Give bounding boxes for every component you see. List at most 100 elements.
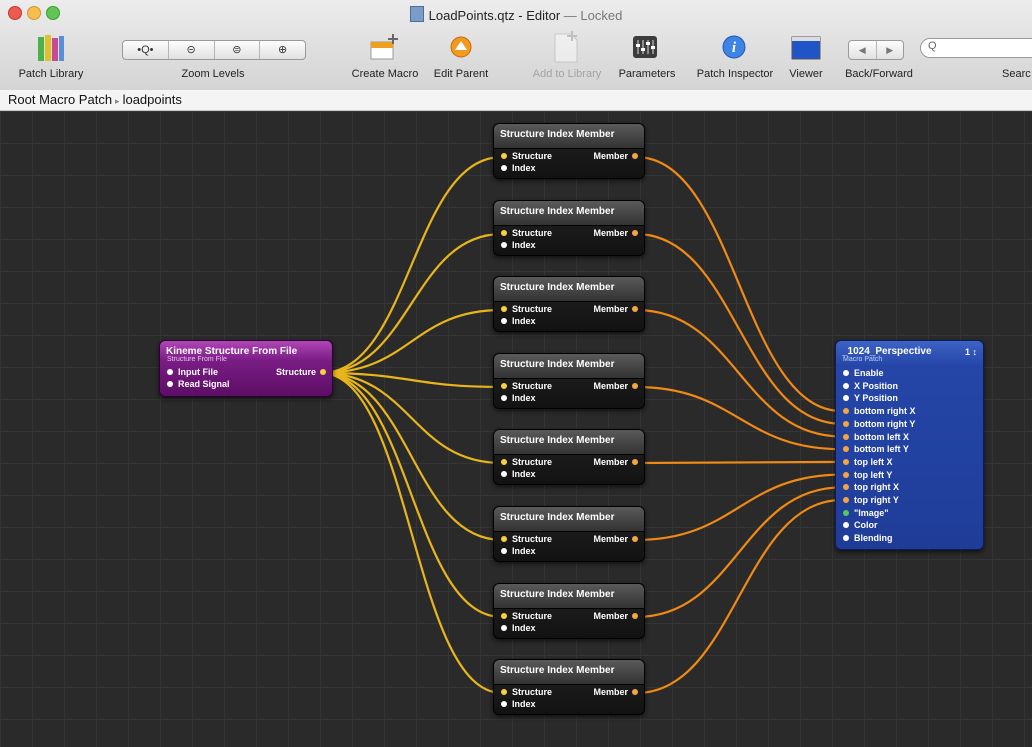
structure-index-member-patch[interactable]: Structure Index Member Structure Index Memb… [493, 583, 645, 639]
wire-member[interactable] [635, 385, 843, 451]
input-port-index[interactable]: Index [501, 623, 536, 633]
viewer-button[interactable]: Viewer [786, 68, 826, 80]
input-port-index[interactable]: Index [501, 240, 536, 250]
input-port-structure[interactable]: Structure [501, 304, 552, 314]
wire-structure[interactable] [320, 308, 503, 375]
output-port-member[interactable]: Member [593, 687, 638, 697]
input-port-index[interactable]: Index [501, 469, 536, 479]
port-label: Index [512, 240, 536, 250]
patch-canvas[interactable]: Kineme Structure From File Structure Fro… [0, 111, 1032, 747]
info-icon[interactable]: i [722, 35, 746, 59]
structure-index-member-patch[interactable]: Structure Index Member Structure Index Memb… [493, 200, 645, 256]
output-port-member[interactable]: Member [593, 228, 638, 238]
port-label: Index [512, 699, 536, 709]
patch-title: Structure Index Member [494, 124, 644, 149]
wire-structure[interactable] [320, 371, 503, 542]
patch-inspector-button[interactable]: Patch Inspector [689, 68, 781, 80]
input-port-structure[interactable]: Structure [501, 228, 552, 238]
input-port-y-position[interactable]: Y Position [843, 393, 898, 403]
perspective-macro-patch[interactable]: _1024_Perspective Macro Patch 1 ↕ Enable… [835, 340, 984, 550]
wire-member[interactable] [635, 460, 843, 465]
input-port-index[interactable]: Index [501, 699, 536, 709]
up-arrow-icon[interactable] [450, 36, 472, 58]
breadcrumb-current[interactable]: loadpoints [123, 92, 182, 107]
input-port-index[interactable]: Index [501, 393, 536, 403]
input-port-structure[interactable]: Structure [501, 534, 552, 544]
port-label: Member [593, 611, 628, 621]
output-port-member[interactable]: Member [593, 534, 638, 544]
back-arrow-icon[interactable]: ◀ [849, 41, 877, 59]
port-label: Member [593, 457, 628, 467]
port-label: Member [593, 304, 628, 314]
port-label: Structure [512, 534, 553, 544]
structure-index-member-patch[interactable]: Structure Index Member Structure Index Memb… [493, 353, 645, 409]
input-port-top-left-y[interactable]: top left Y [843, 470, 892, 480]
output-port-member[interactable]: Member [593, 381, 638, 391]
create-macro-button[interactable]: Create Macro [343, 68, 427, 80]
patch-library-button[interactable]: Patch Library [7, 68, 95, 80]
structure-index-member-patch[interactable]: Structure Index Member Structure Index Memb… [493, 659, 645, 715]
search-label: Searc [1002, 68, 1031, 80]
zoom-segmented-control[interactable]: •Q• ⊝ ⊜ ⊕ [122, 40, 306, 60]
input-port-structure[interactable]: Structure [501, 381, 552, 391]
edit-parent-button[interactable]: Edit Parent [429, 68, 493, 80]
zoom-out-button[interactable]: ⊝ [169, 41, 215, 59]
input-port-index[interactable]: Index [501, 546, 536, 556]
zoom-actual-button[interactable]: ⊜ [215, 41, 261, 59]
parameters-button[interactable]: Parameters [614, 68, 680, 80]
port-label: Structure [512, 611, 553, 621]
input-port-top-left-x[interactable]: top left X [843, 457, 893, 467]
input-port-color[interactable]: Color [843, 520, 878, 530]
input-port-index[interactable]: Index [501, 163, 536, 173]
structure-index-member-patch[interactable]: Structure Index Member Structure Index Memb… [493, 276, 645, 332]
window-toolbar: LoadPoints.qtz - Editor — Locked Patch L… [0, 0, 1032, 91]
patch-title: Structure Index Member [494, 277, 644, 302]
wire-member[interactable] [635, 232, 843, 425]
input-port-top-right-y[interactable]: top right Y [843, 495, 899, 505]
input-port-blending[interactable]: Blending [843, 533, 893, 543]
input-port-read-signal[interactable]: Read Signal [167, 379, 230, 389]
input-port-x-position[interactable]: X Position [843, 381, 898, 391]
structure-index-member-patch[interactable]: Structure Index Member Structure Index Memb… [493, 123, 645, 179]
input-port-structure[interactable]: Structure [501, 611, 552, 621]
search-field[interactable]: Q [920, 38, 1032, 58]
port-label: Index [512, 163, 536, 173]
input-port-image[interactable]: "Image" [843, 508, 889, 518]
sliders-icon[interactable] [633, 36, 657, 58]
input-port-structure[interactable]: Structure [501, 687, 552, 697]
zoom-in-button[interactable]: ⊕ [260, 41, 305, 59]
zoom-fit-button[interactable]: •Q• [123, 41, 169, 59]
input-port-bottom-left-y[interactable]: bottom left Y [843, 444, 909, 454]
port-label: Index [512, 469, 536, 479]
wire-structure[interactable] [320, 232, 503, 375]
kineme-structure-from-file-patch[interactable]: Kineme Structure From File Structure Fro… [159, 340, 333, 397]
input-port-index[interactable]: Index [501, 316, 536, 326]
viewer-window-icon[interactable] [791, 36, 821, 60]
breadcrumb-root[interactable]: Root Macro Patch [8, 92, 112, 107]
input-port-enable[interactable]: Enable [843, 368, 884, 378]
output-port-member[interactable]: Member [593, 151, 638, 161]
input-port-structure[interactable]: Structure [501, 457, 552, 467]
books-icon[interactable] [36, 34, 66, 62]
port-label: Member [593, 687, 628, 697]
wire-member[interactable] [635, 498, 843, 695]
output-port-member[interactable]: Member [593, 304, 638, 314]
input-port-top-right-x[interactable]: top right X [843, 482, 899, 492]
back-forward-control[interactable]: ◀ ▶ [848, 40, 904, 60]
output-port-member[interactable]: Member [593, 611, 638, 621]
input-port-bottom-left-x[interactable]: bottom left X [843, 432, 909, 442]
input-port-structure[interactable]: Structure [501, 151, 552, 161]
input-port-bottom-right-x[interactable]: bottom right X [843, 406, 916, 416]
input-port-bottom-right-y[interactable]: bottom right Y [843, 419, 915, 429]
structure-index-member-patch[interactable]: Structure Index Member Structure Index Memb… [493, 429, 645, 485]
wire-structure[interactable] [320, 371, 503, 619]
patch-title: Structure Index Member [494, 660, 644, 685]
input-port-input-file[interactable]: Input File [167, 367, 218, 377]
instance-count-stepper[interactable]: 1 ↕ [965, 347, 977, 357]
structure-index-member-patch[interactable]: Structure Index Member Structure Index Memb… [493, 506, 645, 562]
magnifier-icon: Q [928, 40, 937, 52]
output-port-structure[interactable]: Structure [276, 367, 326, 377]
forward-arrow-icon[interactable]: ▶ [877, 41, 904, 59]
new-macro-icon[interactable] [369, 32, 401, 62]
output-port-member[interactable]: Member [593, 457, 638, 467]
